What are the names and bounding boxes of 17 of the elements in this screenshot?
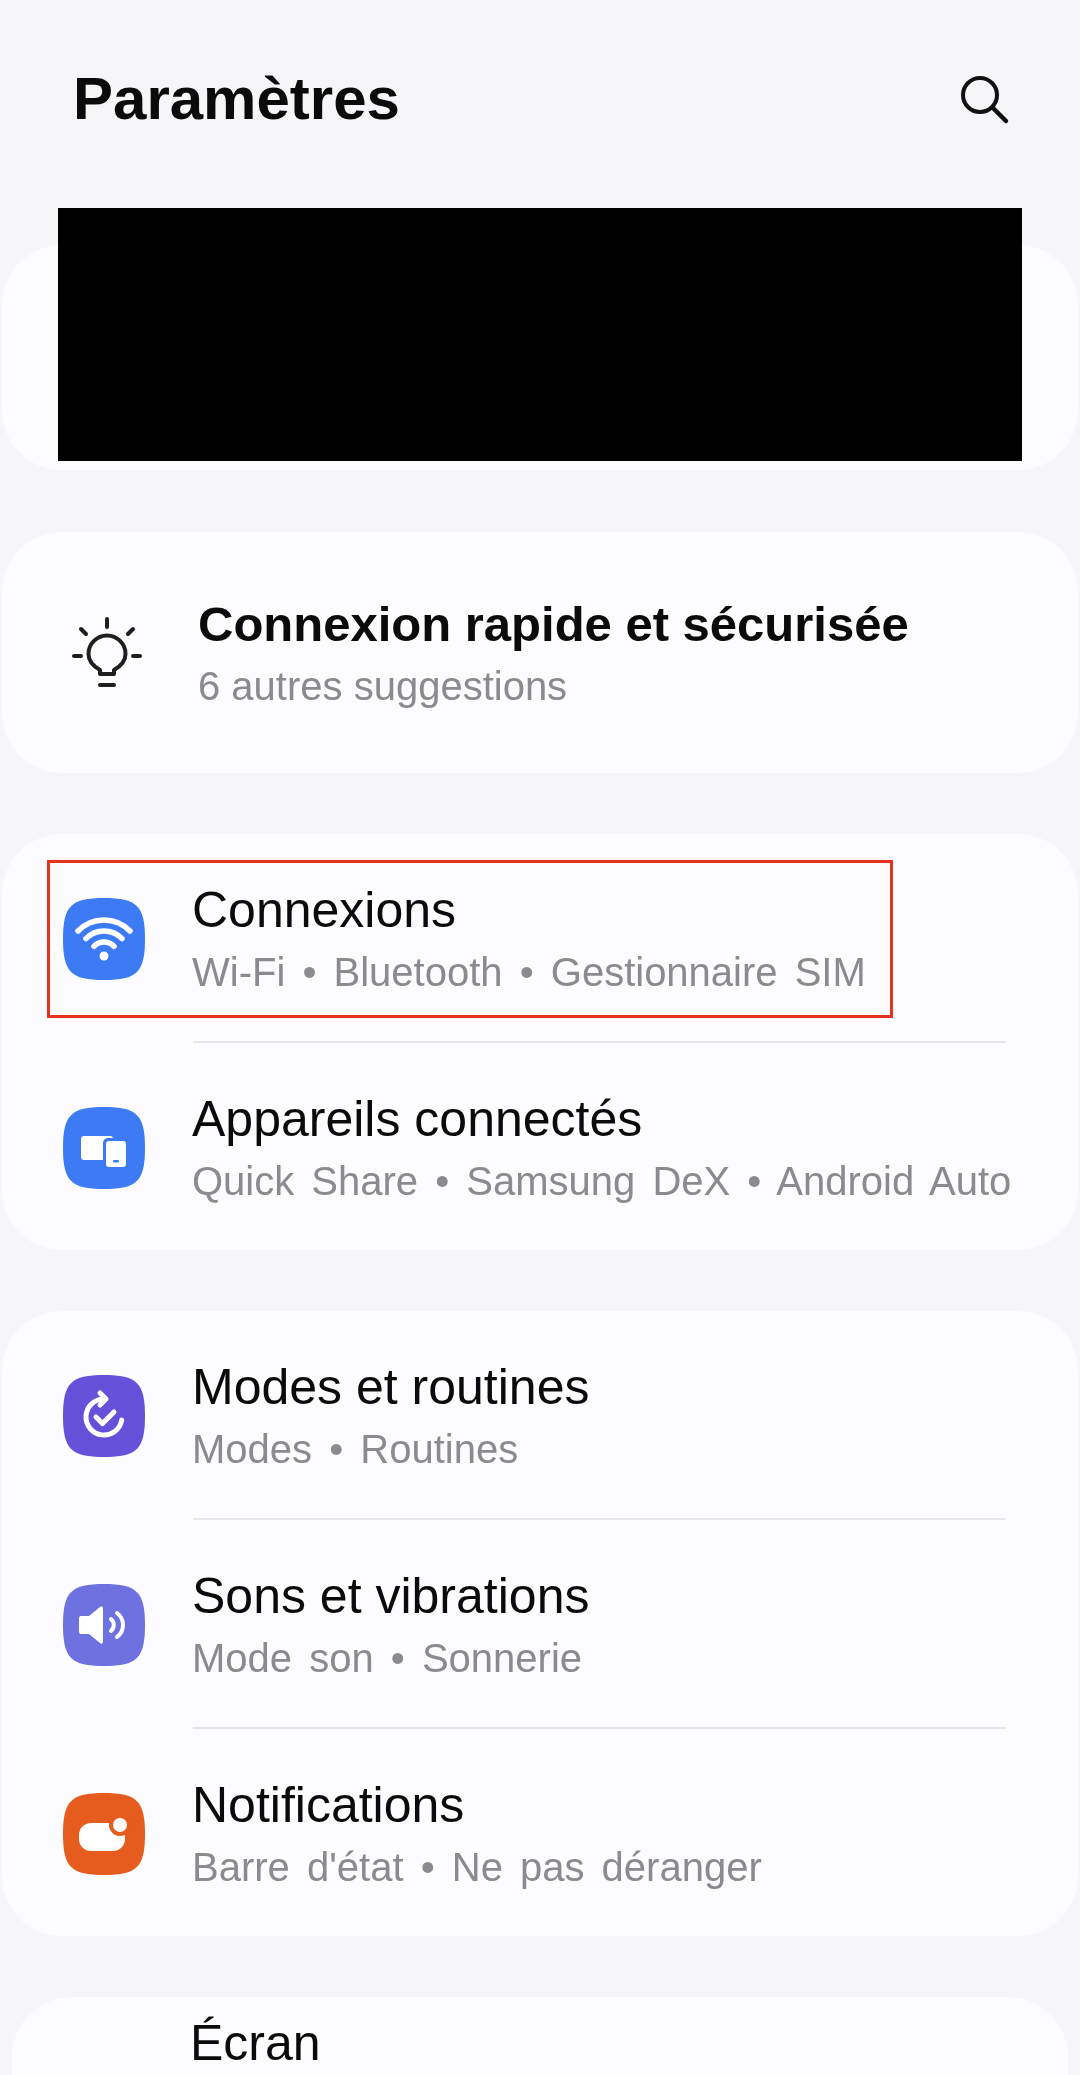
setting-summary: Wi-Fi • Bluetooth • Gestionnaire SIM: [192, 949, 866, 996]
setting-title[interactable]: Écran: [190, 2014, 321, 2072]
suggestion-card[interactable]: Connexion rapide et sécurisée 6 autres suggestions: [2, 532, 1078, 773]
search-icon[interactable]: [958, 73, 1010, 125]
suggestion-count: 6 autres suggestions: [198, 663, 569, 710]
setting-title[interactable]: Connexions: [192, 881, 866, 939]
page-title: Paramètres: [73, 64, 400, 134]
setting-title[interactable]: Modes et routines: [192, 1358, 590, 1416]
setting-title[interactable]: Sons et vibrations: [192, 1567, 590, 1625]
suggestion-title: Connexion rapide et sécurisée: [198, 596, 909, 653]
setting-title[interactable]: Notifications: [192, 1776, 762, 1834]
setting-summary: Quick Share • Samsung DeX • Android Auto: [192, 1158, 1012, 1205]
setting-summary: Barre d'état • Ne pas déranger: [192, 1844, 762, 1891]
lightbulb-icon: [71, 616, 143, 689]
setting-title[interactable]: Appareils connectés: [192, 1090, 1012, 1148]
setting-summary: Modes • Routines: [192, 1426, 520, 1473]
setting-summary: Mode son • Sonnerie: [192, 1635, 583, 1682]
